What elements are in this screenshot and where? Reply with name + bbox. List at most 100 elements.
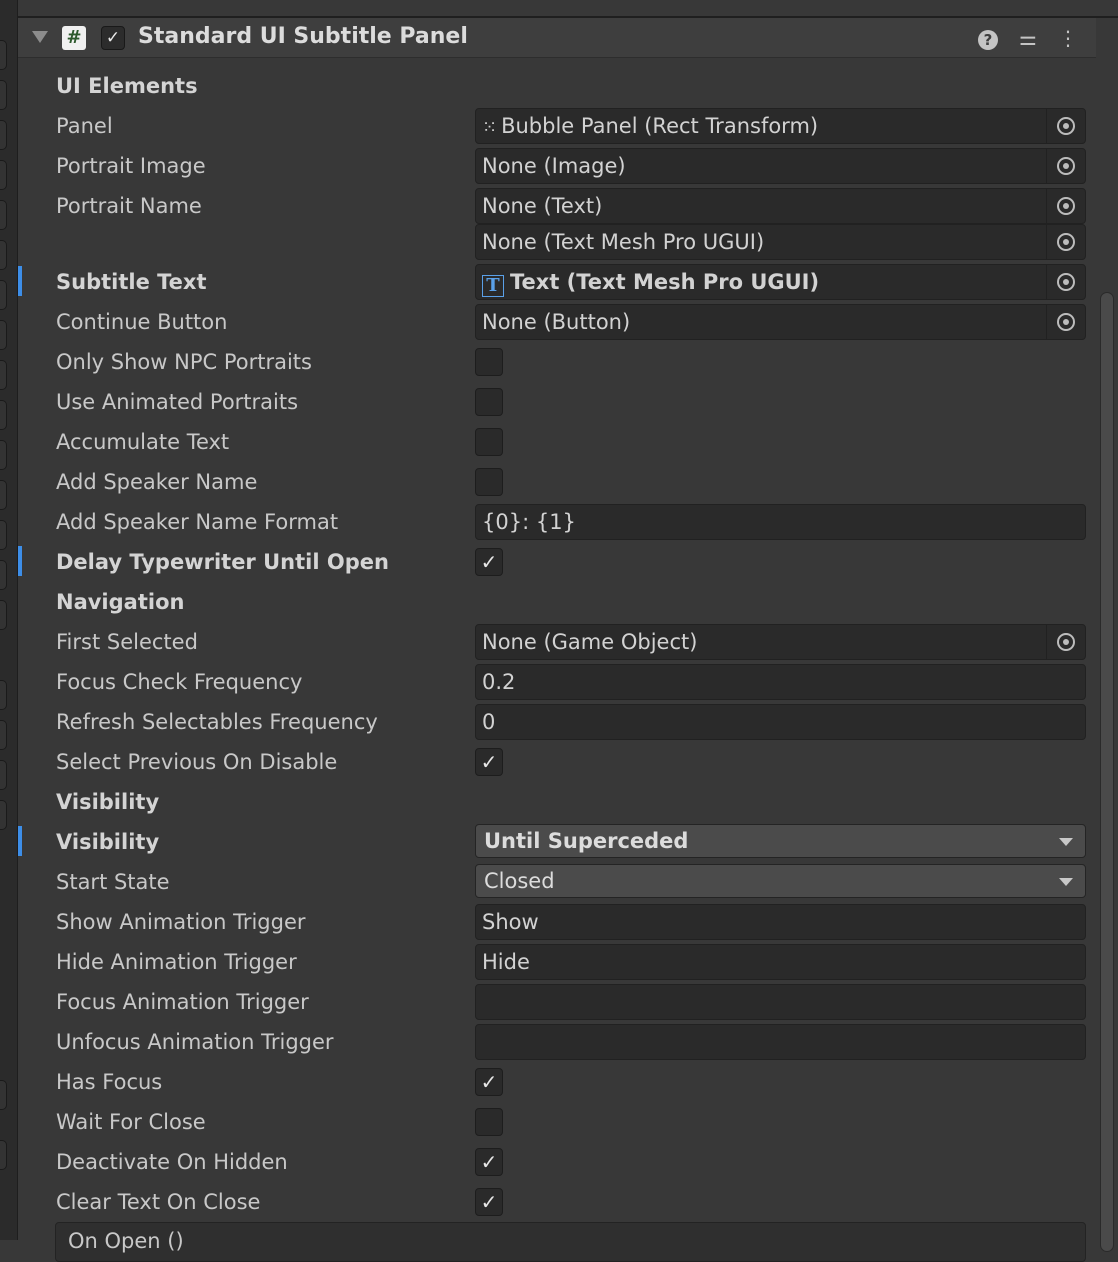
- strip-tick: [0, 520, 7, 550]
- property-label: Subtitle Text: [56, 270, 207, 294]
- property-add-speaker-name: Add Speaker Name: [18, 462, 1096, 502]
- component-enabled-checkbox[interactable]: ✓: [101, 26, 125, 50]
- object-picker-icon[interactable]: [1046, 189, 1085, 223]
- presets-icon[interactable]: ⚌: [1016, 26, 1040, 50]
- strip-tick: [0, 320, 7, 350]
- property-add-speaker-name-format: Add Speaker Name Format {0}: {1}: [18, 502, 1096, 542]
- strip-tick: [0, 760, 7, 790]
- inspector-scrollbar[interactable]: [1096, 18, 1118, 1252]
- field-value: Bubble Panel (Rect Transform): [501, 114, 819, 138]
- strip-tick: [0, 240, 7, 270]
- on-open-event-header[interactable]: On Open (): [55, 1222, 1086, 1262]
- unfocus-animation-trigger-input[interactable]: [475, 1024, 1086, 1060]
- section-header-navigation: Navigation: [18, 582, 1096, 622]
- property-label: Panel: [56, 114, 113, 138]
- deactivate-on-hidden-checkbox[interactable]: ✓: [475, 1148, 503, 1176]
- dropdown-value: Closed: [484, 869, 555, 893]
- property-focus-animation-trigger: Focus Animation Trigger: [18, 982, 1096, 1022]
- hide-animation-trigger-input[interactable]: Hide: [475, 944, 1086, 980]
- strip-tick: [0, 200, 7, 230]
- add-speaker-name-checkbox[interactable]: [475, 468, 503, 496]
- object-picker-icon[interactable]: [1046, 109, 1085, 143]
- accumulate-text-checkbox[interactable]: [475, 428, 503, 456]
- property-label: First Selected: [56, 630, 198, 654]
- field-value: None (Image): [482, 154, 626, 178]
- property-label: Clear Text On Close: [56, 1190, 261, 1214]
- property-use-animated-portraits: Use Animated Portraits: [18, 382, 1096, 422]
- property-unfocus-animation-trigger: Unfocus Animation Trigger: [18, 1022, 1096, 1062]
- section-label: UI Elements: [56, 74, 198, 98]
- focus-animation-trigger-input[interactable]: [475, 984, 1086, 1020]
- strip-tick: [0, 120, 7, 150]
- only-show-npc-portraits-checkbox[interactable]: [475, 348, 503, 376]
- visibility-dropdown[interactable]: Until Superceded: [475, 824, 1086, 858]
- property-label: Start State: [56, 870, 170, 894]
- object-picker-icon[interactable]: [1046, 305, 1085, 339]
- delay-typewriter-checkbox[interactable]: ✓: [475, 548, 503, 576]
- field-value: None (Game Object): [482, 630, 698, 654]
- foldout-arrow-icon[interactable]: [32, 31, 48, 43]
- kebab-menu-icon[interactable]: ⋮: [1056, 26, 1080, 50]
- wait-for-close-checkbox[interactable]: [475, 1108, 503, 1136]
- focus-check-frequency-input[interactable]: 0.2: [475, 664, 1086, 700]
- property-label: Add Speaker Name: [56, 470, 258, 494]
- property-clear-text-on-close: Clear Text On Close ✓: [18, 1182, 1096, 1222]
- show-animation-trigger-input[interactable]: Show: [475, 904, 1086, 940]
- section-header-visibility: Visibility: [18, 782, 1096, 822]
- select-previous-on-disable-checkbox[interactable]: ✓: [475, 748, 503, 776]
- property-label: Refresh Selectables Frequency: [56, 710, 378, 734]
- property-select-previous-on-disable: Select Previous On Disable ✓: [18, 742, 1096, 782]
- refresh-selectables-frequency-input[interactable]: 0: [475, 704, 1086, 740]
- strip-tick: [0, 600, 7, 630]
- property-label: Wait For Close: [56, 1110, 206, 1134]
- property-label: Use Animated Portraits: [56, 390, 299, 414]
- strip-tick: [0, 400, 7, 430]
- object-picker-icon[interactable]: [1046, 625, 1085, 659]
- component-header[interactable]: # ✓ Standard UI Subtitle Panel ? ⚌ ⋮: [18, 18, 1096, 58]
- object-picker-icon[interactable]: [1046, 225, 1085, 259]
- property-first-selected: First Selected None (Game Object): [18, 622, 1096, 662]
- strip-tick: [0, 360, 7, 390]
- continue-button-object-field[interactable]: None (Button): [475, 304, 1086, 340]
- property-refresh-selectables-frequency: Refresh Selectables Frequency 0: [18, 702, 1096, 742]
- section-label: Navigation: [56, 590, 185, 614]
- field-value: Text (Text Mesh Pro UGUI): [510, 270, 820, 294]
- dropdown-value: Until Superceded: [484, 829, 689, 853]
- object-picker-icon[interactable]: [1046, 265, 1085, 299]
- property-hide-animation-trigger: Hide Animation Trigger Hide: [18, 942, 1096, 982]
- field-value: None (Text Mesh Pro UGUI): [482, 230, 765, 254]
- first-selected-object-field[interactable]: None (Game Object): [475, 624, 1086, 660]
- strip-tick: [0, 40, 7, 70]
- property-portrait-name: Portrait Name None (Text): [18, 186, 1096, 226]
- panel-object-field[interactable]: ⁙ Bubble Panel (Rect Transform): [475, 108, 1086, 144]
- portrait-name-text-field[interactable]: None (Text): [475, 188, 1086, 224]
- component-title: Standard UI Subtitle Panel: [138, 24, 468, 49]
- use-animated-portraits-checkbox[interactable]: [475, 388, 503, 416]
- property-portrait-image: Portrait Image None (Image): [18, 146, 1096, 186]
- strip-tick: [0, 800, 7, 830]
- property-label: Only Show NPC Portraits: [56, 350, 312, 374]
- text-mesh-pro-icon: T: [482, 275, 504, 297]
- object-picker-icon[interactable]: [1046, 149, 1085, 183]
- property-label: Add Speaker Name Format: [56, 510, 339, 534]
- start-state-dropdown[interactable]: Closed: [475, 864, 1086, 898]
- chevron-down-icon: [1059, 878, 1073, 886]
- help-icon[interactable]: ?: [976, 26, 1000, 50]
- field-value: None (Button): [482, 310, 631, 334]
- add-speaker-name-format-input[interactable]: {0}: {1}: [475, 504, 1086, 540]
- strip-tick: [0, 1140, 7, 1170]
- property-label: Unfocus Animation Trigger: [56, 1030, 334, 1054]
- clear-text-on-close-checkbox[interactable]: ✓: [475, 1188, 503, 1216]
- section-label: Visibility: [56, 790, 160, 814]
- portrait-image-object-field[interactable]: None (Image): [475, 148, 1086, 184]
- portrait-name-tmp-field[interactable]: None (Text Mesh Pro UGUI): [475, 224, 1086, 260]
- has-focus-checkbox[interactable]: ✓: [475, 1068, 503, 1096]
- property-label: Portrait Image: [56, 154, 206, 178]
- modified-marker: [18, 546, 22, 576]
- subtitle-text-object-field[interactable]: T Text (Text Mesh Pro UGUI): [475, 264, 1086, 300]
- property-subtitle-text: Subtitle Text T Text (Text Mesh Pro UGUI): [18, 262, 1096, 302]
- scrollbar-thumb[interactable]: [1100, 292, 1114, 1252]
- strip-tick: [0, 560, 7, 590]
- field-value: None (Text): [482, 194, 603, 218]
- property-show-animation-trigger: Show Animation Trigger Show: [18, 902, 1096, 942]
